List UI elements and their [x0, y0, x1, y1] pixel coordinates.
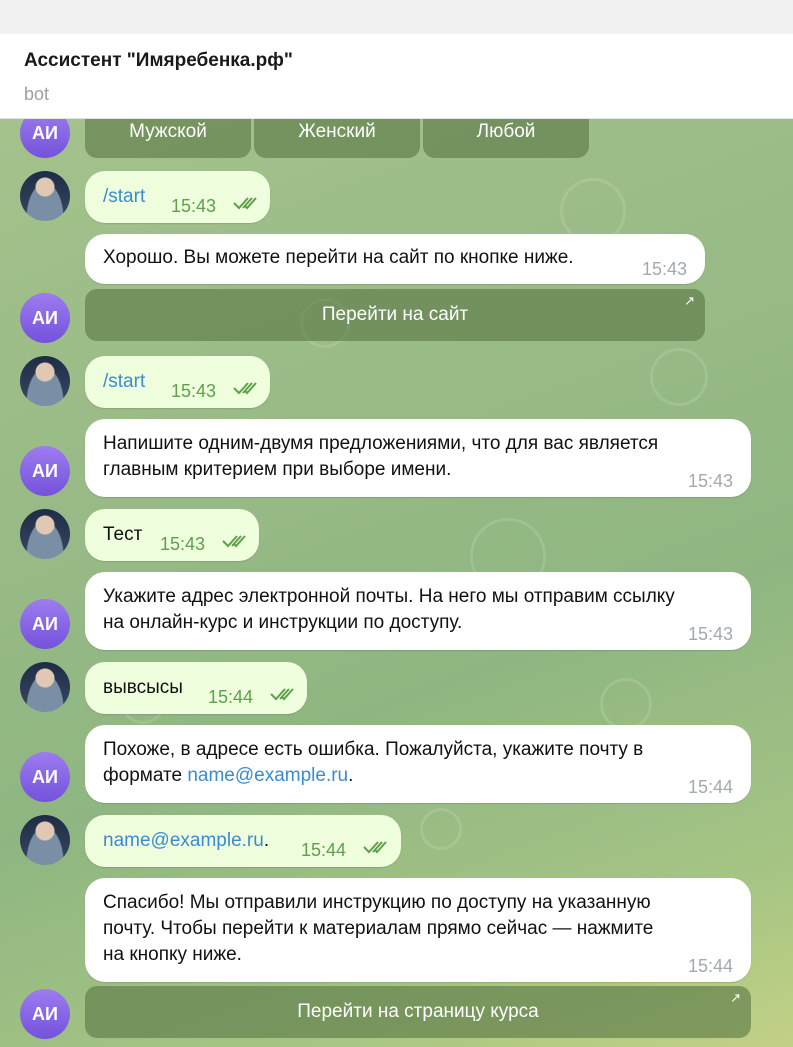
message-text-part: . [348, 765, 354, 786]
wallpaper-doodle [600, 678, 652, 730]
message-text-part: . [263, 830, 270, 851]
message-time: 15:43 [642, 259, 688, 279]
message-time: 15:43 [688, 471, 734, 491]
user-avatar[interactable] [20, 815, 70, 865]
incoming-message[interactable]: Спасибо! Мы отправили инструкцию по дост… [85, 878, 751, 982]
message-text: Укажите адрес электронной почты. На него… [103, 586, 675, 633]
bot-avatar[interactable]: АИ [20, 118, 70, 158]
outgoing-message[interactable]: name@example.ru. 15:44 [85, 815, 401, 867]
message-time: 15:43 [171, 196, 217, 216]
email-link[interactable]: name@example.ru [187, 765, 348, 786]
inline-button-label: Перейти на страницу курса [297, 1001, 539, 1022]
incoming-message[interactable]: Похоже, в адресе есть ошибка. Пожалуйста… [85, 725, 751, 803]
read-checkmarks-icon [270, 688, 294, 701]
incoming-message[interactable]: Укажите адрес электронной почты. На него… [85, 572, 751, 650]
message-time: 15:43 [688, 624, 734, 644]
chat-header[interactable]: Ассистент "Имяребенка.рф" bot [0, 34, 793, 119]
message-text[interactable]: /start [103, 369, 145, 395]
inline-button-label: Перейти на сайт [321, 304, 469, 325]
user-avatar[interactable] [20, 356, 70, 406]
read-checkmarks-icon [222, 535, 246, 548]
wallpaper-doodle [650, 348, 708, 406]
message-text: Хорошо. Вы можете перейти на сайт по кно… [103, 247, 574, 268]
keyboard-button-female[interactable]: Женский [254, 118, 420, 158]
window-top-strip [0, 0, 793, 34]
inline-button-go-to-site[interactable]: Перейти на сайт ↗ [85, 289, 705, 341]
message-text: Похоже, в адресе есть ошибка. Пожалуйста… [103, 737, 643, 789]
message-time: 15:43 [171, 381, 217, 401]
message-text: Тест [103, 524, 143, 545]
external-link-arrow-icon: ↗ [684, 293, 695, 308]
message-time: 15:43 [160, 534, 206, 554]
outgoing-message[interactable]: Тест 15:43 [85, 509, 259, 561]
inline-button-go-to-course[interactable]: Перейти на страницу курса ↗ [85, 986, 751, 1038]
read-checkmarks-icon [363, 841, 387, 854]
message-text: вывсысы [103, 677, 183, 698]
message-text: name@example.ru. [103, 828, 269, 854]
message-time: 15:44 [301, 840, 347, 860]
user-avatar[interactable] [20, 171, 70, 221]
outgoing-message[interactable]: /start 15:43 [85, 171, 270, 223]
incoming-message[interactable]: Напишите одним-двумя предложениями, что … [85, 419, 751, 497]
message-time: 15:44 [688, 777, 734, 797]
outgoing-message[interactable]: /start 15:43 [85, 356, 270, 408]
wallpaper-doodle [420, 808, 462, 850]
bot-avatar[interactable]: АИ [20, 599, 70, 649]
incoming-message[interactable]: Хорошо. Вы можете перейти на сайт по кно… [85, 234, 705, 284]
user-avatar[interactable] [20, 509, 70, 559]
message-time: 15:44 [688, 956, 734, 976]
bot-avatar[interactable]: АИ [20, 293, 70, 343]
chat-title: Ассистент "Имяребенка.рф" [24, 50, 293, 71]
message-list[interactable]: АИ Мужской Женский Любой /start 15:43 АИ… [0, 118, 793, 1047]
read-checkmarks-icon [233, 382, 257, 395]
chat-subtitle: bot [24, 84, 50, 104]
external-link-arrow-icon: ↗ [730, 990, 741, 1005]
user-avatar[interactable] [20, 662, 70, 712]
email-link[interactable]: name@example.ru [103, 830, 264, 851]
bot-avatar[interactable]: АИ [20, 989, 70, 1039]
message-text: Спасибо! Мы отправили инструкцию по дост… [103, 892, 654, 965]
outgoing-message[interactable]: вывсысы 15:44 [85, 662, 307, 714]
message-text-part: Похоже, в адресе есть ошибка. Пожалуйста… [103, 739, 644, 786]
bot-avatar[interactable]: АИ [20, 752, 70, 802]
message-text[interactable]: /start [103, 184, 145, 210]
message-text: Напишите одним-двумя предложениями, что … [103, 433, 659, 480]
message-time: 15:44 [208, 687, 254, 707]
keyboard-button-male[interactable]: Мужской [85, 118, 251, 158]
keyboard-button-any[interactable]: Любой [423, 118, 589, 158]
read-checkmarks-icon [233, 197, 257, 210]
bot-avatar[interactable]: АИ [20, 446, 70, 496]
